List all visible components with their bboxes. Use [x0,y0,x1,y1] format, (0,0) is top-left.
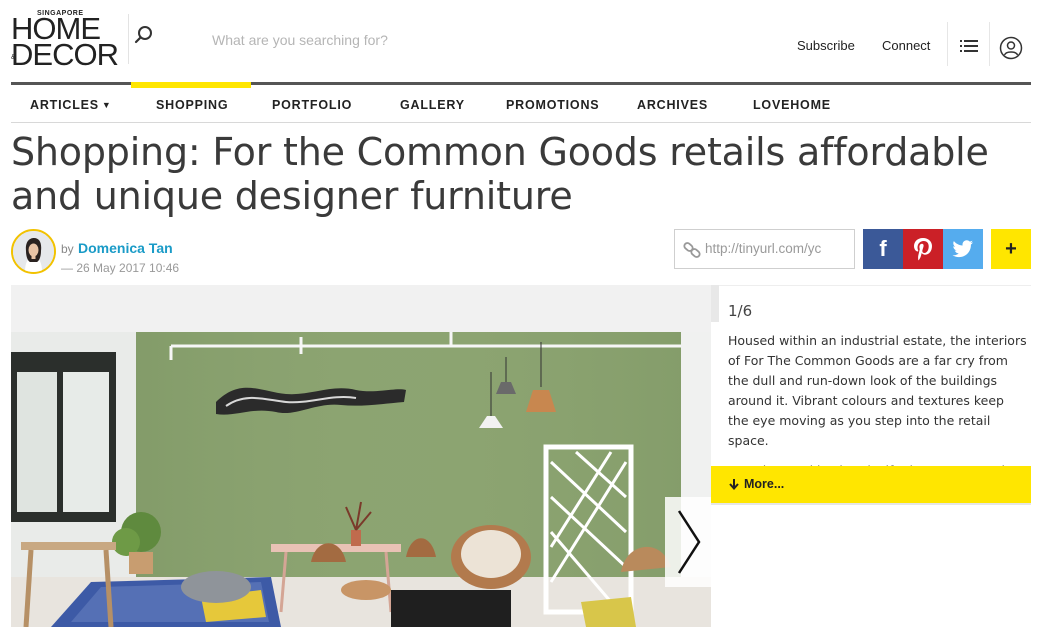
nav-item-promotions[interactable]: PROMOTIONS [506,98,599,112]
site-logo[interactable]: SINGAPORE HOME & DECOR [11,10,119,70]
connect-link[interactable]: Connect [882,38,930,53]
nav-item-articles[interactable]: ARTICLES ▼ [30,98,112,112]
short-url-text: http://tinyurl.com/yc [705,241,822,256]
nav-item-lovehome[interactable]: LOVEHOME [753,98,831,112]
chevron-right-icon [677,510,701,574]
header-separator [947,22,948,66]
twitter-share-button[interactable] [943,229,983,269]
caption-side-strip [711,285,719,322]
more-text: More... [744,477,785,491]
pinterest-share-button[interactable] [903,229,943,269]
search-input[interactable] [204,26,584,54]
nav-item-archives[interactable]: ARCHIVES [637,98,708,112]
author-link[interactable]: Domenica Tan [78,240,173,256]
caption-more-button[interactable]: More... [711,466,1031,503]
menu-list-icon[interactable] [958,36,980,56]
arrow-down-icon [729,479,739,490]
pinterest-icon [914,238,932,261]
caret-down-icon: ▼ [101,100,112,110]
slide-counter: 1/6 [728,302,753,320]
gallery-next-button[interactable] [665,497,711,587]
nav-item-label: ARTICLES [30,98,99,112]
nav-item-portfolio[interactable]: PORTFOLIO [272,98,352,112]
publish-date: — 26 May 2017 10:46 [61,261,180,275]
nav-item-gallery[interactable]: GALLERY [400,98,465,112]
gallery-photo[interactable] [11,332,711,627]
subscribe-link[interactable]: Subscribe [797,38,855,53]
twitter-icon [952,240,973,258]
search-icon[interactable] [133,24,155,46]
main-nav: ARTICLES ▼ SHOPPING PORTFOLIO GALLERY PRO… [11,85,1031,123]
plus-icon: + [1005,237,1017,260]
caption-paragraph: Housed within an industrial estate, the … [728,333,1027,448]
caption-panel: 1/6 Housed within an industrial estate, … [719,285,1031,478]
author-avatar[interactable] [11,229,56,274]
facebook-icon: f [879,236,887,261]
link-icon [683,242,701,258]
short-url-field[interactable]: http://tinyurl.com/yc [674,229,855,269]
user-account-icon[interactable] [999,36,1023,60]
byline-prefix: by [61,242,74,256]
header-divider [128,14,129,64]
logo-decor: DECOR [11,37,119,72]
nav-item-shopping[interactable]: SHOPPING [156,98,228,112]
facebook-share-button[interactable]: f [863,229,903,269]
article-title: Shopping: For the Common Goods retails a… [11,130,989,218]
more-share-button[interactable]: + [991,229,1031,269]
header-separator [989,22,990,66]
